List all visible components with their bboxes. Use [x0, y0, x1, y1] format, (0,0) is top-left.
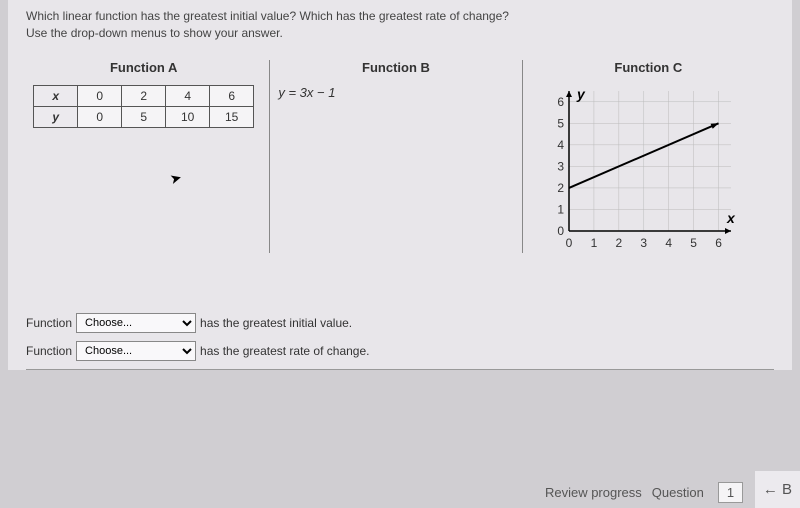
- dropdown-initial-value[interactable]: Choose...: [76, 313, 196, 333]
- function-b-equation: y = 3x − 1: [278, 85, 513, 100]
- svg-text:2: 2: [615, 236, 622, 250]
- svg-text:3: 3: [557, 159, 564, 173]
- svg-text:1: 1: [590, 236, 597, 250]
- svg-text:1: 1: [557, 202, 564, 216]
- svg-text:3: 3: [640, 236, 647, 250]
- question-label: Question: [652, 485, 704, 500]
- svg-text:6: 6: [715, 236, 722, 250]
- svg-text:6: 6: [557, 94, 564, 108]
- svg-text:5: 5: [690, 236, 697, 250]
- back-button[interactable]: ← B: [755, 471, 800, 508]
- question-prompt: Which linear function has the greatest i…: [26, 8, 774, 42]
- svg-text:0: 0: [565, 236, 572, 250]
- svg-text:4: 4: [557, 137, 564, 151]
- answer-suffix: has the greatest rate of change.: [200, 344, 369, 358]
- function-c-title: Function C: [531, 60, 766, 75]
- table-row: y 0 5 10 15: [34, 106, 254, 127]
- svg-text:x: x: [726, 210, 736, 226]
- svg-text:y: y: [576, 86, 586, 102]
- svg-text:2: 2: [557, 181, 564, 195]
- svg-text:5: 5: [557, 116, 564, 130]
- answer-label: Function: [26, 316, 72, 330]
- svg-text:4: 4: [665, 236, 672, 250]
- cursor-icon: ➤: [168, 169, 184, 188]
- function-c-column: Function C 01234560123456yx: [531, 60, 774, 253]
- answer-suffix: has the greatest initial value.: [200, 316, 352, 330]
- function-a-column: Function A x 0 2 4 6 y 0 5 10 15 ➤: [26, 60, 270, 253]
- function-b-title: Function B: [278, 60, 513, 75]
- answer-label: Function: [26, 344, 72, 358]
- svg-text:0: 0: [557, 224, 564, 238]
- review-progress-link[interactable]: Review progress: [545, 485, 642, 500]
- function-a-table: x 0 2 4 6 y 0 5 10 15: [33, 85, 254, 128]
- table-row: x 0 2 4 6: [34, 85, 254, 106]
- function-c-chart: 01234560123456yx: [541, 85, 741, 253]
- function-b-column: Function B y = 3x − 1: [278, 60, 522, 253]
- dropdown-rate-change[interactable]: Choose...: [76, 341, 196, 361]
- function-a-title: Function A: [26, 60, 261, 75]
- question-number-box: 1: [718, 482, 743, 503]
